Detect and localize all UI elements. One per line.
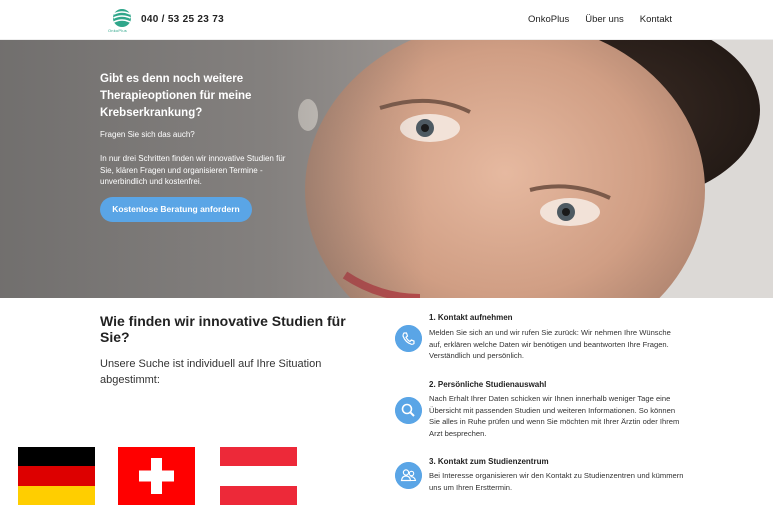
step-title: 3. Kontakt zum Studienzentrum: [429, 457, 549, 466]
nav-item-onkoplus[interactable]: OnkoPlus: [528, 14, 569, 25]
switzerland-flag-icon: [118, 447, 195, 505]
phone-icon: [395, 325, 422, 352]
step-text: Melden Sie sich an und wir rufen Sie zur…: [429, 328, 671, 360]
hero-question: Fragen Sie sich das auch?: [100, 130, 195, 139]
step-title: 2. Persönliche Studienauswahl: [429, 380, 547, 389]
free-consultation-button[interactable]: Kostenlose Beratung anfordern: [100, 197, 252, 222]
nav-item-ueber-uns[interactable]: Über uns: [585, 14, 624, 25]
main-nav: OnkoPlus Über uns Kontakt: [528, 14, 672, 25]
step-title: 1. Kontakt aufnehmen: [429, 313, 513, 322]
phone-number[interactable]: 040 / 53 25 23 73: [141, 14, 224, 25]
austria-flag-icon: [220, 447, 297, 505]
nav-item-kontakt[interactable]: Kontakt: [640, 14, 672, 25]
germany-flag-icon: [18, 447, 95, 505]
step-text: Bei Interesse organisieren wir den Konta…: [429, 471, 684, 492]
step-text: Nach Erhalt Ihrer Daten schicken wir Ihn…: [429, 394, 680, 438]
site-header: OnkoPlus 040 / 53 25 23 73 OnkoPlus Über…: [0, 0, 773, 40]
logo-text: OnkoPlus: [108, 28, 127, 33]
section-subtitle: Unsere Suche ist individuell auf Ihre Si…: [100, 358, 322, 386]
section-title: Wie finden wir innovative Studien für Si…: [100, 313, 346, 345]
hero-text: In nur drei Schritten finden wir innovat…: [100, 154, 286, 186]
search-icon: [395, 397, 422, 424]
hero-banner: Gibt es denn noch weitere Therapieoption…: [0, 40, 773, 298]
hero-title: Gibt es denn noch weitere Therapieoption…: [100, 73, 252, 119]
people-icon: [395, 462, 422, 489]
